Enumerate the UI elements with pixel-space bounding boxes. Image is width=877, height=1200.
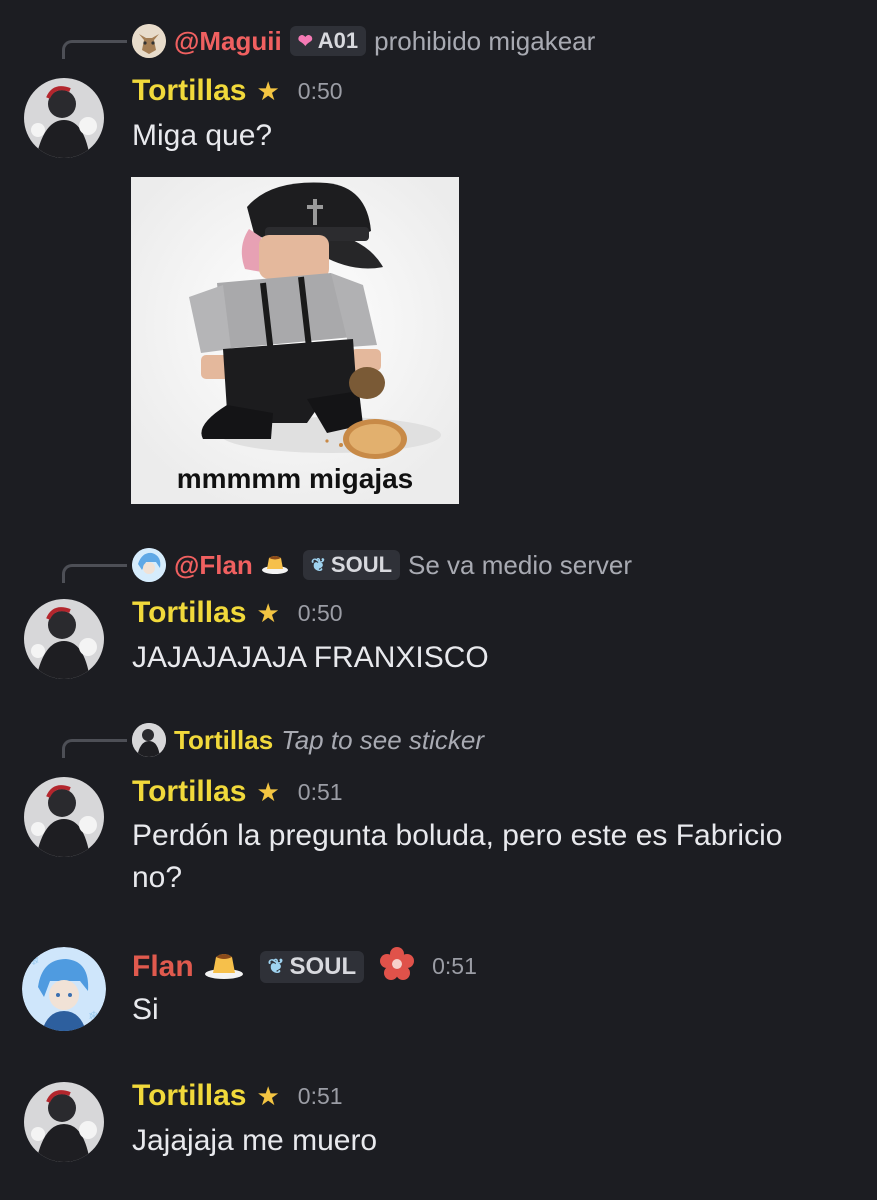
reply-author[interactable]: @Maguii — [174, 26, 282, 57]
timestamp: 0:51 — [432, 953, 477, 979]
reply-text[interactable]: Tap to see sticker — [281, 725, 484, 756]
reply-text: Se va medio server — [408, 549, 633, 580]
message-text-line: no? — [132, 861, 183, 894]
reply-connector — [62, 739, 127, 758]
author-name[interactable]: Tortillas — [132, 1079, 246, 1113]
tortillas-avatar[interactable] — [24, 78, 104, 158]
tortillas-avatar-small — [132, 723, 166, 757]
flan-avatar-small — [132, 548, 166, 582]
message-text-line: Perdón la pregunta boluda, pero este es … — [132, 819, 783, 852]
author-name[interactable]: Flan — [132, 950, 194, 984]
reply-connector — [62, 564, 127, 583]
reply-text: prohibido migakear — [374, 25, 596, 56]
timestamp: 0:51 — [297, 1082, 343, 1109]
message-header: Tortillas ★ 0:50 — [132, 74, 343, 108]
flower-icon — [380, 947, 415, 986]
author-name[interactable]: Tortillas — [132, 74, 246, 108]
star-icon: ★ — [256, 1080, 280, 1111]
image-attachment[interactable]: mmmmm migajas — [131, 177, 459, 504]
role-badge: ❦ SOUL — [259, 950, 365, 983]
message-header: Tortillas ★ 0:50 — [132, 596, 343, 630]
svg-text:❄: ❄ — [28, 952, 40, 968]
reply-preview[interactable]: @Maguii ❤ A01 prohibido migakear — [132, 24, 595, 58]
tortillas-avatar[interactable] — [24, 599, 104, 679]
timestamp: 0:50 — [297, 599, 343, 626]
timestamp: 0:51 — [297, 778, 343, 805]
tortillas-avatar[interactable] — [24, 777, 104, 857]
message-header: Flan ❦ SOUL 0:51 — [132, 947, 477, 986]
svg-text:❄: ❄ — [88, 1008, 100, 1024]
star-icon: ★ — [256, 597, 280, 628]
message-header: Tortillas ★ 0:51 — [132, 775, 343, 809]
reply-author[interactable]: Tortillas — [174, 725, 273, 756]
flan-avatar[interactable]: ❄ ❄ — [22, 947, 106, 1031]
reply-preview[interactable]: Tortillas Tap to see sticker — [132, 723, 484, 757]
reply-preview[interactable]: @Flan ❦ SOUL Se va medio server — [132, 548, 632, 582]
message-text: Jajajaja me muero — [132, 1124, 378, 1157]
maguii-avatar — [132, 24, 166, 58]
roblox-figure-image — [131, 177, 459, 504]
timestamp: 0:50 — [297, 77, 343, 104]
reply-connector — [62, 40, 127, 59]
leaf-icon: ❦ — [267, 956, 285, 978]
message-text: Miga que? — [132, 119, 273, 152]
tortillas-avatar[interactable] — [24, 1082, 104, 1162]
role-badge: ❦ SOUL — [302, 550, 401, 580]
leaf-icon: ❦ — [310, 554, 326, 575]
reply-author[interactable]: @Flan — [174, 550, 253, 581]
author-name[interactable]: Tortillas — [132, 596, 246, 630]
flan-pudding-icon — [204, 948, 244, 985]
message-text: JAJAJAJAJA FRANXISCO — [132, 641, 489, 674]
role-badge: ❤ A01 — [289, 26, 367, 56]
flan-pudding-icon — [261, 550, 289, 581]
heart-icon: ❤ — [297, 30, 313, 51]
star-icon: ★ — [256, 75, 280, 106]
message-header: Tortillas ★ 0:51 — [132, 1079, 343, 1113]
author-name[interactable]: Tortillas — [132, 775, 246, 809]
message-text: Si — [132, 993, 159, 1026]
star-icon: ★ — [256, 776, 280, 807]
image-caption: mmmmm migajas — [176, 463, 414, 494]
